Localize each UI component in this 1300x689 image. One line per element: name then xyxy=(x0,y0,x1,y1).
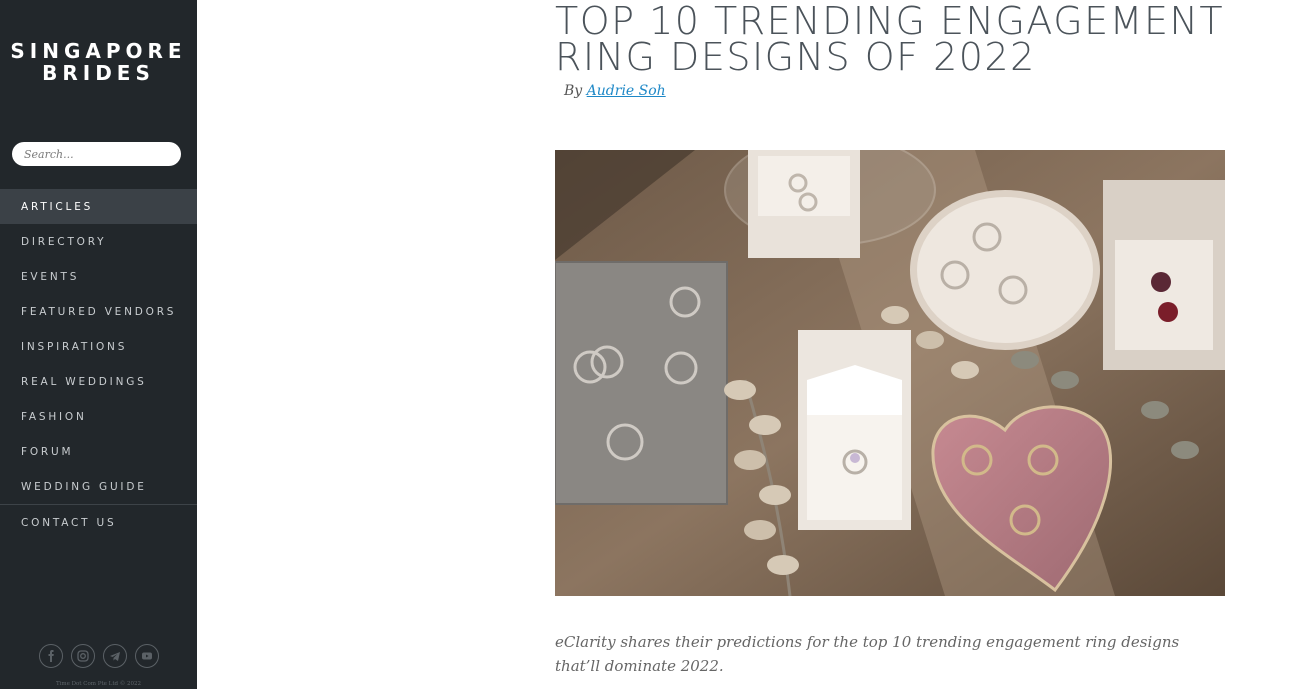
author-link[interactable]: Audrie Soh xyxy=(587,83,666,99)
article-title: TOP 10 TRENDING ENGAGEMENT RING DESIGNS … xyxy=(555,0,1255,79)
nav-item-featured-vendors[interactable]: FEATURED VENDORS xyxy=(0,294,197,329)
article-title-line-2: RING DESIGNS OF 2022 xyxy=(555,35,1036,79)
instagram-icon[interactable] xyxy=(70,644,95,668)
nav-item-fashion[interactable]: FASHION xyxy=(0,399,197,434)
youtube-icon[interactable] xyxy=(134,644,159,668)
nav-item-contact-us[interactable]: CONTACT US xyxy=(0,505,197,540)
logo-line-2: BRIDES xyxy=(42,61,155,85)
facebook-icon[interactable] xyxy=(38,644,63,668)
nav-item-directory[interactable]: DIRECTORY xyxy=(0,224,197,259)
logo-line-1: SINGAPORE xyxy=(10,39,187,63)
byline: By Audrie Soh xyxy=(564,83,666,99)
nav-item-wedding-guide[interactable]: WEDDING GUIDE xyxy=(0,469,197,504)
nav-item-inspirations[interactable]: INSPIRATIONS xyxy=(0,329,197,364)
main-nav: ARTICLES DIRECTORY EVENTS FEATURED VENDO… xyxy=(0,189,197,540)
search-placeholder: Search... xyxy=(24,147,74,161)
sidebar: SINGAPORE BRIDES Search... ARTICLES DIRE… xyxy=(0,0,197,689)
nav-item-events[interactable]: EVENTS xyxy=(0,259,197,294)
telegram-icon[interactable] xyxy=(102,644,127,668)
social-links xyxy=(0,644,197,668)
article-excerpt: eClarity shares their predictions for th… xyxy=(555,633,1180,675)
nav-item-real-weddings[interactable]: REAL WEDDINGS xyxy=(0,364,197,399)
nav-item-forum[interactable]: FORUM xyxy=(0,434,197,469)
copyright-text: Time Dot Com Pte Ltd © 2022 xyxy=(55,681,142,687)
article-title-line-1: TOP 10 TRENDING ENGAGEMENT xyxy=(555,0,1225,43)
nav-item-articles[interactable]: ARTICLES xyxy=(0,189,197,224)
byline-prefix: By xyxy=(564,83,583,99)
search-input[interactable]: Search... xyxy=(12,142,181,166)
site-logo[interactable]: SINGAPORE BRIDES xyxy=(0,40,197,84)
hero-image xyxy=(555,150,1225,596)
